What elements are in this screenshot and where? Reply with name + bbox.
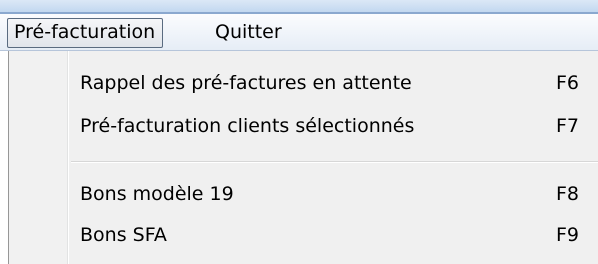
menu-item-shortcut: F6 xyxy=(556,72,580,94)
menu-item-rappel-pre-factures[interactable]: Rappel des pré-factures en attente F6 xyxy=(80,63,595,103)
menu-bar: Pré-facturation Quitter xyxy=(0,14,598,51)
menu-item-label: Pré-facturation clients sélectionnés xyxy=(80,115,415,137)
menu-item-pre-facturation-clients[interactable]: Pré-facturation clients sélectionnés F7 xyxy=(80,106,595,146)
window-title-strip xyxy=(0,0,598,14)
menu-item-shortcut: F9 xyxy=(556,224,580,246)
menu-item-label: Rappel des pré-factures en attente xyxy=(80,72,412,94)
menu-icon-gutter xyxy=(9,51,69,264)
menu-quitter[interactable]: Quitter xyxy=(215,18,282,46)
menu-item-bons-sfa[interactable]: Bons SFA F9 xyxy=(80,215,595,255)
pre-facturation-dropdown-menu: Rappel des pré-factures en attente F6 Pr… xyxy=(8,51,598,264)
menu-item-shortcut: F8 xyxy=(556,183,580,205)
menu-item-label: Bons modèle 19 xyxy=(80,183,234,205)
menu-item-bons-modele-19[interactable]: Bons modèle 19 F8 xyxy=(80,174,595,214)
menu-pre-facturation[interactable]: Pré-facturation xyxy=(7,18,164,48)
menu-item-label: Bons SFA xyxy=(80,224,167,246)
menu-separator xyxy=(71,161,598,163)
application-window: Pré-facturation Quitter Rappel des pré-f… xyxy=(0,0,598,264)
menu-item-shortcut: F7 xyxy=(556,115,580,137)
